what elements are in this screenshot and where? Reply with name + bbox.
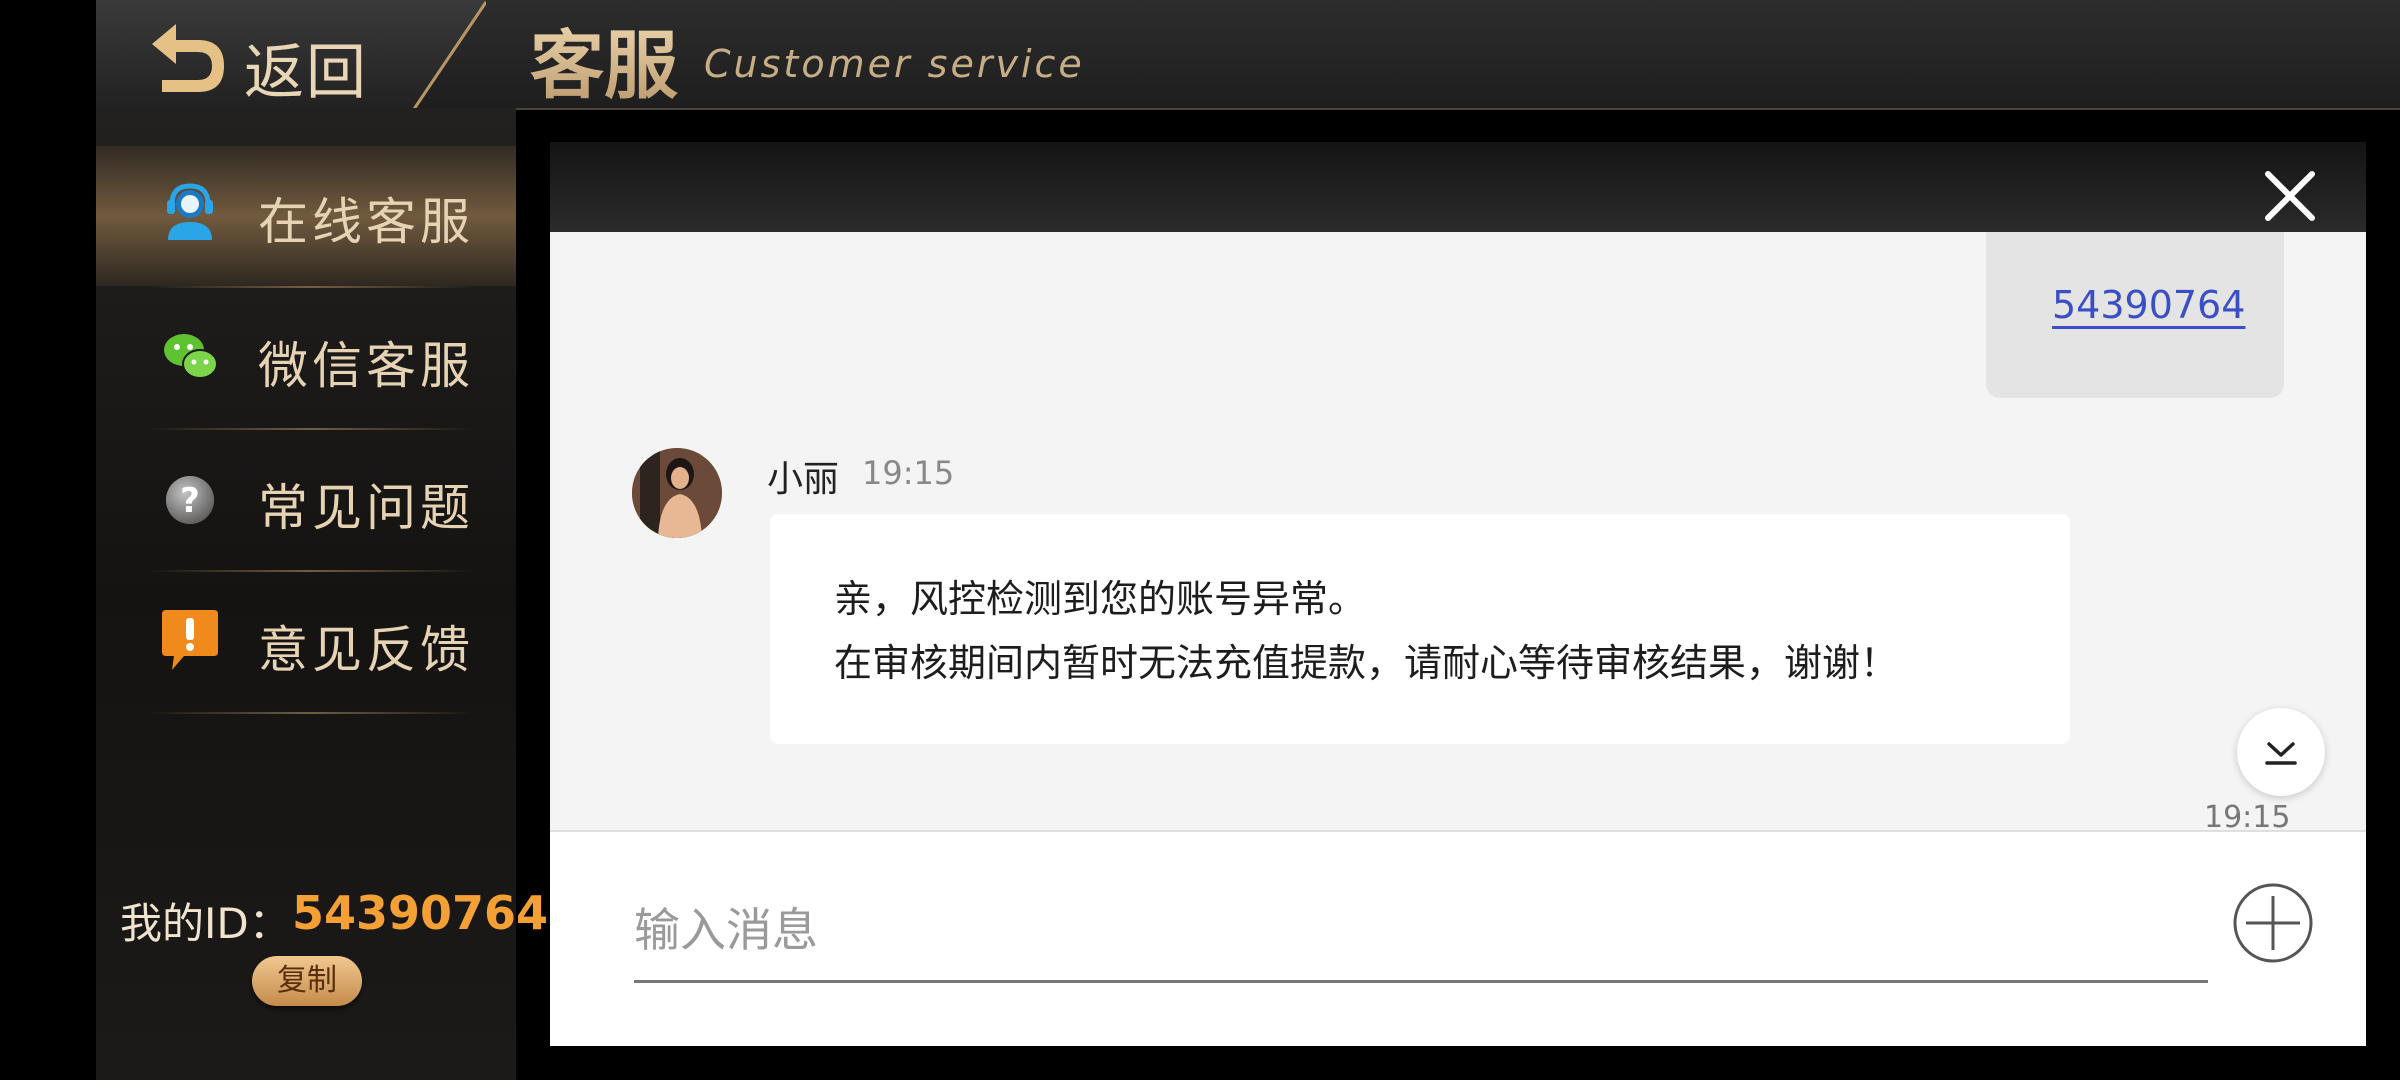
chevron-down-icon <box>2265 742 2297 765</box>
svg-text:?: ? <box>180 481 200 521</box>
scroll-to-bottom-button[interactable] <box>2237 708 2325 796</box>
menu-divider <box>146 570 476 572</box>
sidebar-item-label: 常见问题 <box>258 479 474 537</box>
menu-divider <box>146 712 476 714</box>
message-line: 在审核期间内暂时无法充值提款，请耐心等待审核结果，谢谢！ <box>834 641 1899 685</box>
question-icon: ? <box>166 476 214 524</box>
sender-timestamp: 19:15 <box>862 454 955 492</box>
app-stage: 返回 客服 Customer service 在线客服 微信客服 ? 常见问题 … <box>0 0 2400 1080</box>
menu-divider <box>146 286 476 288</box>
my-id-label: 我的ID： <box>120 899 291 948</box>
page-title: 客服 <box>530 6 678 113</box>
feedback-icon <box>162 610 218 670</box>
close-icon[interactable] <box>2262 168 2318 224</box>
back-arrow-icon[interactable] <box>146 20 226 96</box>
menu-divider <box>146 428 476 430</box>
message-line: 亲，风控检测到您的账号异常。 <box>834 577 1367 621</box>
sent-message-link[interactable]: 54390764 <box>2052 283 2245 327</box>
page-subtitle: Customer service <box>704 42 1085 86</box>
sidebar-item-label: 意见反馈 <box>258 621 474 679</box>
message-input[interactable] <box>634 880 2208 983</box>
add-attachment-button[interactable] <box>2232 882 2314 964</box>
sidebar-item-label: 微信客服 <box>258 337 474 395</box>
copy-id-button[interactable]: 复制 <box>252 956 362 1006</box>
avatar-image <box>632 448 722 538</box>
received-message-bubble <box>770 514 2070 744</box>
avatar <box>632 448 722 538</box>
wechat-icon <box>164 334 218 379</box>
headset-icon <box>167 183 213 240</box>
back-label[interactable]: 返回 <box>244 24 368 111</box>
chat-topbar <box>550 142 2366 232</box>
sender-name: 小丽 <box>767 459 840 500</box>
sidebar-item-label: 在线客服 <box>258 193 474 251</box>
my-id-value: 54390764 <box>292 886 549 940</box>
